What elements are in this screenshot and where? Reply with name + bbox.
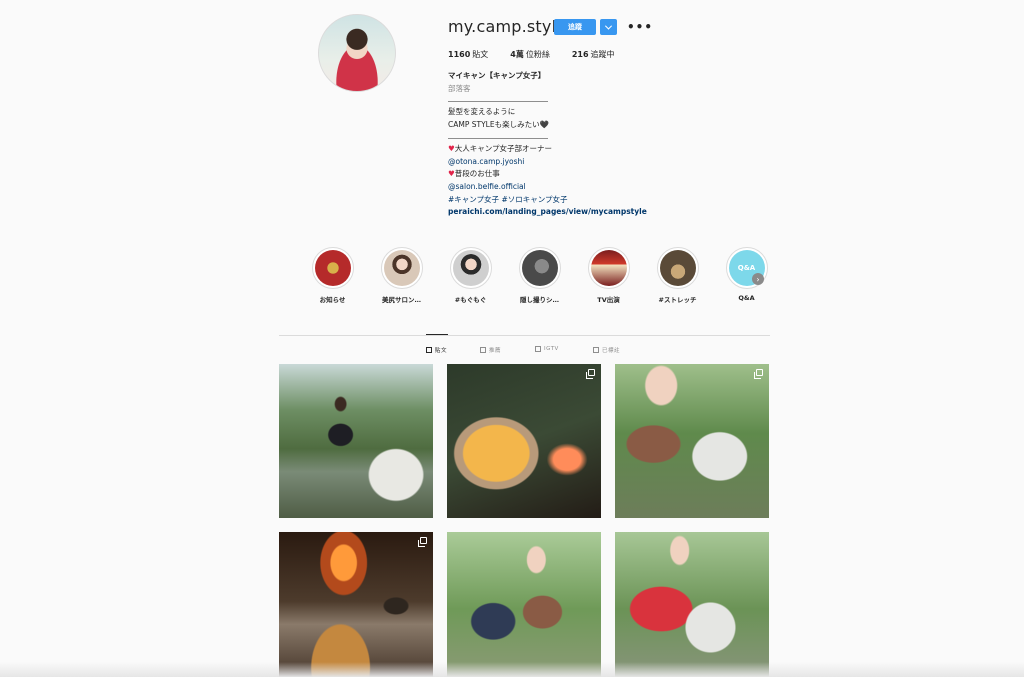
bottom-fade bbox=[0, 662, 1024, 677]
tag-icon bbox=[593, 347, 599, 353]
story-highlights: お知らせ 美尻サロン… #もぐもぐ 隠し撮りシ… TV出演 #ストレッチ Q&A… bbox=[298, 247, 781, 304]
highlight-cover bbox=[311, 247, 354, 289]
highlight-label: TV出演 bbox=[597, 296, 620, 304]
highlight-label: 隠し撮りシ… bbox=[520, 296, 559, 304]
post-thumbnail[interactable] bbox=[447, 364, 601, 518]
profile-tabs: 貼文 推薦 IGTV 已標註 bbox=[0, 346, 1024, 356]
multi-photo-icon bbox=[754, 369, 763, 379]
highlight-label: Q&A bbox=[738, 294, 755, 302]
multi-photo-icon bbox=[586, 369, 595, 379]
heart-icon: ♥ bbox=[448, 143, 455, 153]
bio-mention-link[interactable]: @otona.camp.jyoshi bbox=[448, 156, 708, 169]
tab-tagged[interactable]: 已標註 bbox=[593, 346, 620, 354]
tab-igtv[interactable]: IGTV bbox=[535, 346, 559, 352]
highlight-cover bbox=[380, 247, 423, 289]
igtv-icon bbox=[535, 346, 541, 352]
chevron-down-icon bbox=[604, 22, 613, 30]
stat-posts: 1160 貼文 bbox=[448, 50, 489, 59]
highlight-item[interactable]: 美尻サロン… bbox=[367, 247, 436, 304]
bio-website-link[interactable]: peraichi.com/landing_pages/view/mycampst… bbox=[448, 206, 708, 219]
post-thumbnail[interactable] bbox=[615, 364, 769, 518]
highlight-item[interactable]: Q&A Q&A bbox=[712, 247, 781, 304]
post-thumbnail[interactable] bbox=[447, 532, 601, 677]
active-tab-indicator bbox=[426, 334, 448, 335]
highlight-label: #ストレッチ bbox=[658, 296, 697, 304]
bio-hashtags[interactable]: #キャンプ女子 #ソロキャンプ女子 bbox=[448, 194, 708, 207]
highlight-item[interactable]: #もぐもぐ bbox=[436, 247, 505, 304]
post-thumbnail[interactable] bbox=[615, 532, 769, 677]
highlight-item[interactable]: TV出演 bbox=[574, 247, 643, 304]
more-options-icon[interactable]: ••• bbox=[627, 20, 653, 34]
highlight-item[interactable]: #ストレッチ bbox=[643, 247, 712, 304]
bio-divider bbox=[448, 101, 548, 103]
tab-feed[interactable]: 推薦 bbox=[480, 346, 501, 354]
grid-icon bbox=[426, 347, 432, 353]
follow-dropdown-button[interactable] bbox=[600, 19, 617, 35]
stat-followers[interactable]: 4萬 位粉絲 bbox=[510, 49, 550, 60]
multi-photo-icon bbox=[418, 537, 427, 547]
highlight-item[interactable]: お知らせ bbox=[298, 247, 367, 304]
post-thumbnail[interactable] bbox=[279, 532, 433, 677]
bio-divider bbox=[448, 137, 548, 139]
bio-line: 髪型を変えるように bbox=[448, 107, 516, 117]
stat-following[interactable]: 216 追蹤中 bbox=[572, 49, 615, 60]
bio-line: ♥普段のお仕事 bbox=[448, 169, 500, 179]
tabs-divider bbox=[279, 335, 770, 336]
profile-bio: マイキャン【キャンプ女子】 部落客 髪型を変えるように CAMP STYLEも楽… bbox=[448, 70, 708, 219]
highlight-label: 美尻サロン… bbox=[382, 296, 421, 304]
follow-button[interactable]: 追蹤 bbox=[554, 19, 596, 35]
bio-mention-link[interactable]: @salon.belfie.official bbox=[448, 181, 708, 194]
bio-category: 部落客 bbox=[448, 83, 471, 93]
tab-posts[interactable]: 貼文 bbox=[426, 346, 447, 354]
posts-grid bbox=[279, 364, 769, 677]
bio-line: ♥大人キャンプ女子部オーナー bbox=[448, 143, 553, 153]
highlight-cover bbox=[518, 247, 561, 289]
highlight-item[interactable]: 隠し撮りシ… bbox=[505, 247, 574, 304]
highlight-cover bbox=[587, 247, 630, 289]
bio-name: マイキャン【キャンプ女子】 bbox=[448, 71, 546, 80]
profile-username: my.camp.style bbox=[448, 17, 567, 36]
highlight-cover bbox=[656, 247, 699, 289]
profile-stats: 1160 貼文 4萬 位粉絲 216 追蹤中 bbox=[448, 49, 615, 60]
highlight-label: お知らせ bbox=[319, 296, 346, 304]
highlights-next-button[interactable]: › bbox=[752, 273, 764, 285]
highlight-cover bbox=[449, 247, 492, 289]
post-thumbnail[interactable] bbox=[279, 364, 433, 518]
bio-line: CAMP STYLEも楽しみたい🖤 bbox=[448, 120, 549, 130]
feed-icon bbox=[480, 347, 486, 353]
highlight-label: #もぐもぐ bbox=[454, 296, 487, 304]
profile-avatar[interactable] bbox=[318, 14, 396, 92]
heart-icon: ♥ bbox=[448, 169, 455, 179]
